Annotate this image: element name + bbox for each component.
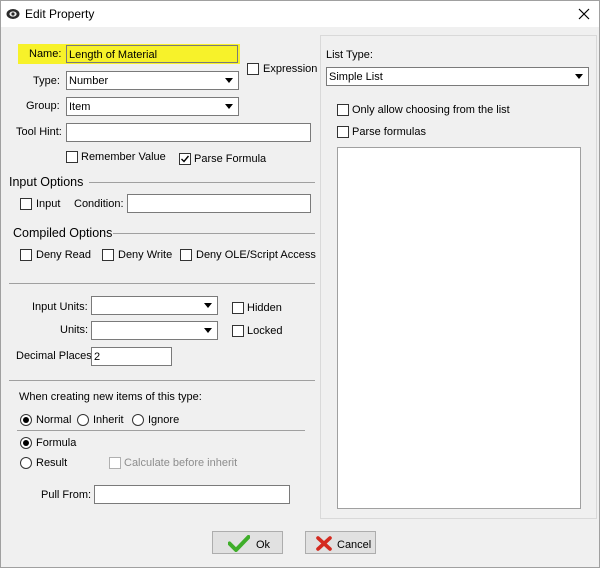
list-type-value: Simple List [329, 71, 383, 83]
deny-read-checkbox[interactable] [20, 249, 32, 261]
chevron-down-icon [225, 78, 233, 83]
input-checkbox[interactable] [20, 198, 32, 210]
pull-from-label: Pull From: [41, 489, 92, 501]
hidden-checkbox[interactable] [232, 302, 244, 314]
divider [9, 380, 315, 381]
decimal-places-value: 2 [94, 351, 101, 363]
input-units-select[interactable] [91, 296, 218, 315]
type-select[interactable]: Number [66, 71, 239, 90]
deny-write-checkbox[interactable] [102, 249, 114, 261]
normal-label: Normal [36, 414, 72, 426]
decimal-places-label: Decimal Places: [16, 350, 95, 362]
ok-label: Ok [256, 539, 271, 551]
type-select-value: Number [69, 75, 109, 87]
parse-formulas-checkbox[interactable] [337, 126, 349, 138]
hidden-label: Hidden [247, 302, 282, 314]
chevron-down-icon [204, 303, 212, 308]
chevron-down-icon [225, 104, 233, 109]
cancel-label: Cancel [337, 539, 372, 551]
deny-ole-label: Deny OLE/Script Access [196, 249, 316, 261]
ignore-radio[interactable] [132, 414, 144, 426]
only-allow-checkbox[interactable] [337, 104, 349, 116]
parse-formulas-label: Parse formulas [352, 126, 426, 138]
group-label: Group: [26, 100, 60, 112]
condition-input[interactable] [127, 194, 311, 213]
divider [17, 430, 305, 431]
result-label: Result [36, 457, 68, 469]
remember-value-checkbox[interactable] [66, 151, 78, 163]
input-options-title: Input Options [9, 175, 84, 189]
condition-label: Condition: [74, 198, 124, 210]
app-logo-icon [6, 9, 20, 19]
divider [9, 283, 315, 284]
list-items-textarea[interactable] [337, 147, 581, 509]
divider [89, 182, 315, 183]
cancel-x-icon [316, 536, 332, 551]
name-input-value: Length of Material [69, 49, 158, 61]
deny-read-label: Deny Read [36, 249, 92, 261]
units-label: Units: [60, 324, 89, 336]
locked-label: Locked [247, 325, 283, 337]
list-type-label: List Type: [326, 49, 373, 61]
list-type-select[interactable]: Simple List [326, 67, 589, 86]
calc-before-inherit-label: Calculate before inherit [124, 457, 238, 469]
type-label: Type: [33, 75, 60, 87]
name-label: Name: [29, 48, 62, 60]
decimal-places-input[interactable]: 2 [91, 347, 172, 366]
radio-dot [23, 417, 29, 423]
divider [113, 233, 315, 234]
radio-dot [23, 440, 29, 446]
title-bar: Edit Property [1, 1, 599, 27]
tool-hint-label: Tool Hint: [16, 126, 62, 138]
deny-write-label: Deny Write [118, 249, 173, 261]
only-allow-label: Only allow choosing from the list [352, 104, 510, 116]
expression-checkbox[interactable] [247, 63, 259, 75]
units-select[interactable] [91, 321, 218, 340]
close-icon[interactable] [578, 8, 590, 20]
locked-checkbox[interactable] [232, 325, 244, 337]
inherit-label: Inherit [93, 414, 124, 426]
chevron-down-icon [575, 74, 583, 79]
checkmark-icon [228, 535, 250, 552]
result-radio[interactable] [20, 457, 32, 469]
group-select[interactable]: Item [66, 97, 239, 116]
name-input[interactable]: Length of Material [66, 45, 238, 63]
formula-label: Formula [36, 437, 77, 449]
tool-hint-input[interactable] [66, 123, 311, 142]
group-select-value: Item [69, 101, 91, 113]
deny-ole-checkbox[interactable] [180, 249, 192, 261]
ok-button[interactable]: Ok [212, 531, 283, 554]
pull-from-input[interactable] [94, 485, 290, 504]
parse-formula-checkbox[interactable] [179, 153, 191, 165]
remember-value-label: Remember Value [81, 151, 166, 163]
edit-property-dialog: Edit Property Name: Length of Material E… [0, 0, 600, 568]
cancel-button[interactable]: Cancel [305, 531, 376, 554]
expression-label: Expression [263, 63, 318, 75]
new-items-title: When creating new items of this type: [19, 391, 202, 403]
parse-formula-label: Parse Formula [194, 153, 267, 165]
check-icon [181, 155, 190, 163]
input-units-label: Input Units: [32, 301, 88, 313]
window-title: Edit Property [25, 7, 95, 21]
calc-before-inherit-checkbox[interactable] [109, 457, 121, 469]
chevron-down-icon [204, 328, 212, 333]
input-label: Input [36, 198, 61, 210]
ignore-label: Ignore [148, 414, 180, 426]
compiled-options-title: Compiled Options [13, 226, 113, 240]
inherit-radio[interactable] [77, 414, 89, 426]
formula-radio[interactable] [20, 437, 32, 449]
normal-radio[interactable] [20, 414, 32, 426]
